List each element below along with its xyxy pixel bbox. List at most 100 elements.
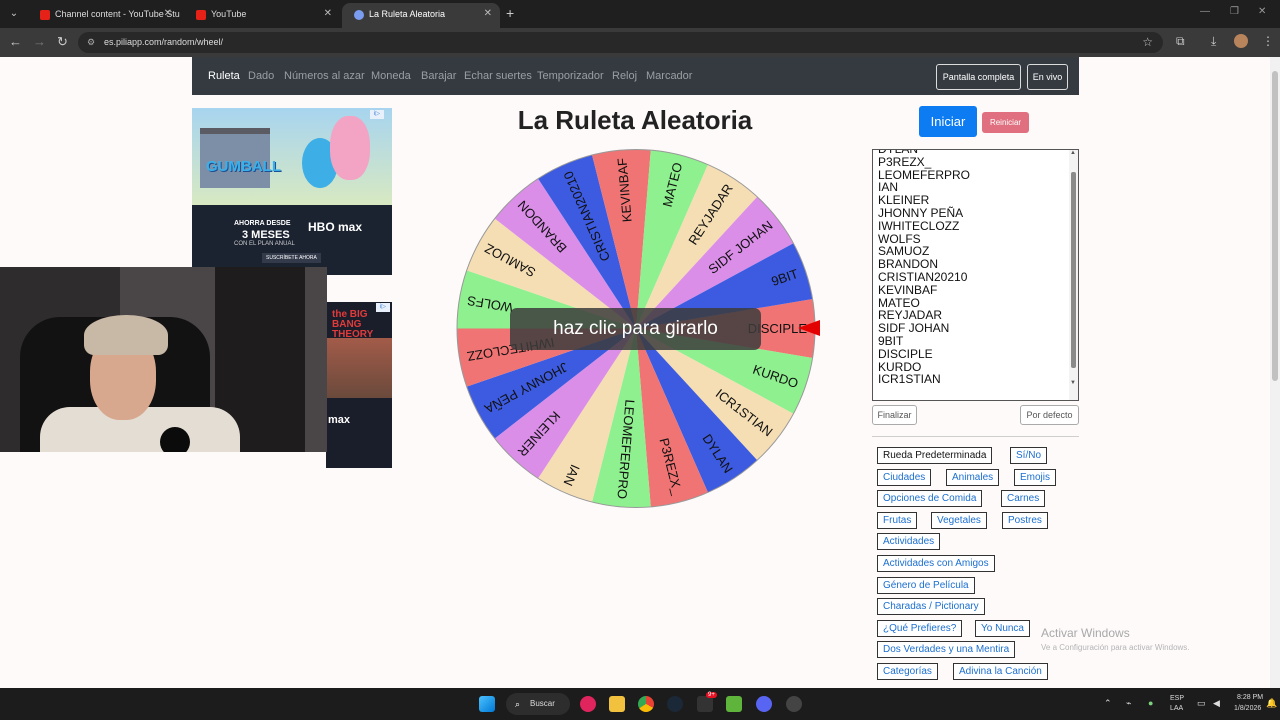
steam-icon[interactable]: [667, 696, 683, 712]
tray-chevron-icon[interactable]: ⌃: [1104, 698, 1112, 709]
close-icon[interactable]: ✕: [324, 3, 332, 25]
back-icon[interactable]: ←: [9, 34, 22, 49]
preset-button[interactable]: Emojis: [1014, 469, 1057, 486]
tray-wifi-icon[interactable]: ▭: [1197, 698, 1206, 709]
nav-numeros[interactable]: Números al azar: [284, 70, 365, 82]
ad-banner-bigbang[interactable]: the BIG BANG THEORY max i▷: [326, 302, 392, 468]
preset-button[interactable]: Género de Película: [877, 577, 975, 594]
start-button[interactable]: Iniciar: [919, 106, 977, 137]
preset-button[interactable]: Ciudades: [877, 469, 932, 486]
preset-button[interactable]: Categorías: [877, 663, 938, 680]
app-icon[interactable]: [580, 696, 596, 712]
minimize-icon[interactable]: —: [1200, 6, 1210, 17]
webcam-person-cap: [84, 315, 168, 355]
name-line: KEVINBAF: [878, 282, 938, 297]
nav-moneda[interactable]: Moneda: [371, 70, 411, 82]
scrollbar-thumb[interactable]: [1071, 172, 1076, 368]
preset-button[interactable]: Actividades con Amigos: [877, 555, 995, 572]
preset-button[interactable]: Sí/No: [1010, 447, 1048, 464]
spin-hint-overlay[interactable]: haz clic para girarlo: [510, 308, 761, 350]
extensions-icon[interactable]: ⧉: [1176, 34, 1185, 49]
scroll-down-icon[interactable]: ▼: [1070, 380, 1076, 386]
windows-taskbar: ⌕ Buscar 9+ ⌃ ⌁ ● ESP LAA ▭ ◀ 8:28 PM 1/8…: [0, 688, 1280, 720]
preset-button[interactable]: Frutas: [877, 512, 918, 529]
tray-volume-icon[interactable]: ◀: [1213, 698, 1220, 709]
textarea-scrollbar[interactable]: ▲ ▼: [1069, 150, 1078, 400]
preset-button[interactable]: Charadas / Pictionary: [877, 598, 985, 615]
file-explorer-icon[interactable]: [609, 696, 625, 712]
bookmark-star-icon[interactable]: ☆: [1142, 32, 1153, 53]
forward-icon[interactable]: →: [33, 34, 46, 49]
preset-button[interactable]: Vegetales: [931, 512, 987, 529]
reload-icon[interactable]: ↻: [57, 34, 68, 50]
site-info-icon[interactable]: ⚙: [87, 32, 95, 53]
nav-echar-suertes[interactable]: Echar suertes: [464, 70, 532, 82]
language-indicator[interactable]: ESP: [1170, 695, 1184, 702]
preset-button[interactable]: Carnes: [1001, 490, 1046, 507]
obs-icon[interactable]: [786, 696, 802, 712]
windows-start-icon[interactable]: [479, 696, 495, 712]
preset-button[interactable]: ¿Qué Prefieres?: [877, 620, 963, 637]
nav-barajar[interactable]: Barajar: [421, 70, 456, 82]
clock-date[interactable]: 1/8/2026: [1234, 705, 1261, 712]
search-icon: ⌕: [515, 699, 521, 709]
ad-banner-gumball[interactable]: GUMBALL AHORRA DESDE 3 MESES CON EL PLAN…: [192, 108, 392, 275]
preset-button[interactable]: Dos Verdades y una Mentira: [877, 641, 1016, 658]
default-button[interactable]: Por defecto: [1020, 405, 1079, 425]
close-icon[interactable]: ✕: [484, 3, 492, 25]
finalize-button[interactable]: Finalizar: [872, 405, 917, 425]
menu-icon[interactable]: ⋮: [1262, 34, 1274, 48]
epic-icon[interactable]: [697, 696, 713, 712]
download-icon[interactable]: ⤓: [1211, 34, 1216, 49]
url-field[interactable]: ⚙ es.piliapp.com/random/wheel/ ☆: [78, 32, 1163, 53]
tab-youtube-studio[interactable]: Channel content - YouTube Stu ✕: [28, 3, 180, 28]
page-title: La Ruleta Aleatoria: [517, 105, 753, 135]
reset-button[interactable]: Reiniciar: [982, 112, 1029, 133]
scroll-up-icon[interactable]: ▲: [1070, 150, 1076, 156]
page-scrollbar[interactable]: [1270, 57, 1280, 688]
adchoices-icon[interactable]: i▷: [376, 303, 390, 312]
nav-ruleta[interactable]: Ruleta: [208, 70, 240, 82]
preset-button[interactable]: Actividades: [877, 533, 941, 550]
tray-network-icon[interactable]: ⌁: [1126, 698, 1131, 709]
new-tab-icon[interactable]: +: [506, 5, 514, 21]
live-button[interactable]: En vivo: [1027, 64, 1068, 90]
nav-reloj[interactable]: Reloj: [612, 70, 637, 82]
notification-bell-icon[interactable]: 🔔: [1266, 698, 1277, 709]
tab-ruleta[interactable]: La Ruleta Aleatoria ✕: [342, 3, 500, 28]
ad-show-logo: the BIG BANG THEORY: [332, 309, 374, 340]
nav-temporizador[interactable]: Temporizador: [537, 70, 604, 82]
name-line: JHONNY PEÑA: [878, 205, 964, 220]
preset-button[interactable]: Postres: [1002, 512, 1048, 529]
nav-dado[interactable]: Dado: [248, 70, 274, 82]
page-scrollbar-thumb[interactable]: [1272, 71, 1278, 381]
wheel-pointer-icon: [798, 320, 820, 336]
chrome-icon[interactable]: [638, 696, 654, 712]
clock-time[interactable]: 8:28 PM: [1237, 694, 1263, 701]
ad-cta-button[interactable]: SUSCRÍBETE AHORA: [262, 253, 321, 263]
fullscreen-button[interactable]: Pantalla completa: [936, 64, 1021, 90]
window-close-icon[interactable]: ✕: [1258, 6, 1266, 17]
ad-text: CON EL PLAN ANUAL: [234, 241, 295, 247]
nav-marcador[interactable]: Marcador: [646, 70, 692, 82]
preset-button[interactable]: Yo Nunca: [975, 620, 1030, 637]
minecraft-icon[interactable]: [726, 696, 742, 712]
maximize-icon[interactable]: ❐: [1230, 6, 1239, 17]
names-textarea[interactable]: DYLAN P3REZX_ LEOMEFERPRO IAN KLEINER JHONNY …: [872, 149, 1079, 401]
name-line: IWHITECLOZZ: [878, 218, 960, 233]
profile-avatar[interactable]: [1234, 34, 1248, 48]
language-region[interactable]: LAA: [1170, 705, 1183, 712]
webcam-microphone: [160, 427, 190, 452]
preset-button[interactable]: Opciones de Comida: [877, 490, 983, 507]
taskbar-search[interactable]: ⌕ Buscar: [506, 693, 570, 715]
ad-character: [330, 116, 370, 180]
preset-button[interactable]: Animales: [946, 469, 1000, 486]
preset-button[interactable]: Rueda Predeterminada: [877, 447, 993, 464]
close-icon[interactable]: ✕: [164, 3, 172, 25]
tab-youtube[interactable]: YouTube ✕: [184, 3, 340, 28]
adchoices-icon[interactable]: i▷: [370, 110, 384, 119]
tray-mic-icon[interactable]: ●: [1148, 698, 1153, 708]
tab-search-icon[interactable]: ⌄: [6, 6, 22, 22]
discord-icon[interactable]: [756, 696, 772, 712]
preset-button[interactable]: Adivina la Canción: [953, 663, 1048, 680]
